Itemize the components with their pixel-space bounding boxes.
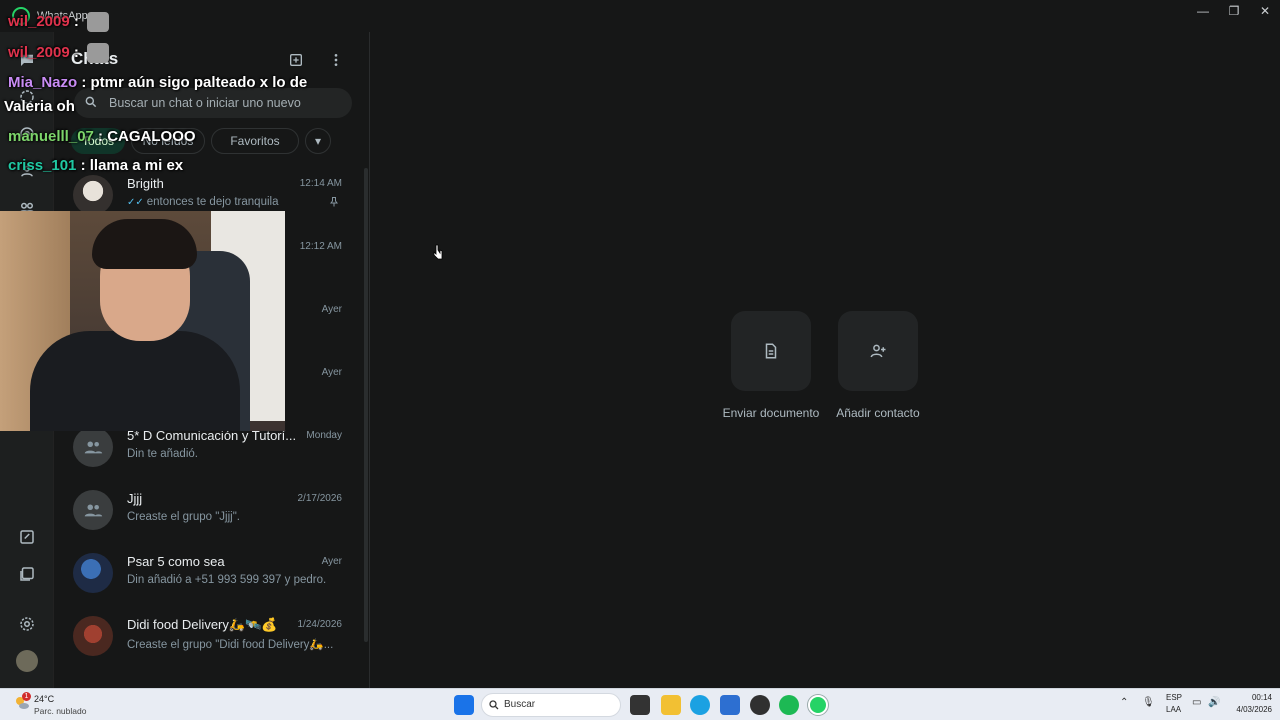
group-avatar-icon (73, 427, 113, 467)
webcam-person-body (30, 331, 240, 431)
network-icon[interactable]: ▭ (1192, 697, 1201, 708)
temperature: 24°C (34, 694, 55, 704)
panel-title: Chats (71, 49, 119, 68)
chat-time: Ayer (321, 304, 342, 315)
spotify-icon[interactable] (779, 695, 799, 715)
media-icon[interactable] (16, 563, 38, 585)
chat-time: Monday (306, 430, 342, 441)
keyboard-layout[interactable]: LAA (1166, 705, 1181, 714)
add-contact-label: Añadir contacto (836, 406, 920, 420)
search-placeholder: Buscar un chat o iniciar uno nuevo (109, 96, 301, 110)
windows-taskbar: 1 24°C Parc. nublado Buscar ⌃ 🎙 ESP LAA … (0, 688, 1280, 720)
chat-time: 2/17/2026 (297, 493, 343, 504)
communities-icon[interactable] (16, 160, 38, 182)
chat-time: 12:14 AM (299, 178, 342, 189)
title-bar: WhatsApp — ❐ ✕ (0, 0, 1280, 32)
settings-icon[interactable] (16, 613, 38, 635)
clock-time[interactable]: 00:14 (1240, 693, 1272, 702)
filter-more-chevron-icon[interactable]: ▾ (305, 128, 331, 154)
document-icon (765, 343, 777, 359)
status-icon[interactable] (16, 86, 38, 108)
chat-preview: Din te añadió. (127, 448, 198, 460)
windows-start-icon[interactable] (454, 695, 474, 715)
webcam-overlay (0, 211, 285, 431)
file-explorer-icon[interactable] (661, 695, 681, 715)
filter-favorites[interactable]: Favoritos (211, 128, 299, 154)
channels-icon[interactable] (16, 123, 38, 145)
app-title: WhatsApp (37, 10, 88, 22)
chat-row-didi[interactable]: Didi food Delivery🛵🛰️💰 1/24/2026 Creaste… (54, 608, 360, 671)
store-icon[interactable] (720, 695, 740, 715)
search-icon (489, 700, 499, 710)
taskbar-search-label: Buscar (504, 699, 536, 710)
profile-avatar[interactable] (16, 650, 38, 672)
chat-preview: Creaste el grupo "Didi food Delivery🛵... (127, 639, 334, 651)
search-icon (84, 95, 100, 111)
edge-icon[interactable] (690, 695, 710, 715)
chat-preview: Creaste el grupo "Jjjj". (127, 511, 240, 523)
search-input[interactable]: Buscar un chat o iniciar uno nuevo (74, 88, 352, 118)
obs-icon[interactable] (750, 695, 770, 715)
maximize-button[interactable]: ❐ (1217, 0, 1251, 22)
filter-unread[interactable]: No leídos (131, 128, 205, 154)
chat-preview: ✓✓ entonces te dejo tranquila (127, 196, 342, 208)
tray-chevron-icon[interactable]: ⌃ (1120, 697, 1128, 708)
starred-messages-icon[interactable] (16, 526, 38, 548)
add-contact-button[interactable] (838, 311, 918, 391)
chat-name: Didi food Delivery🛵🛰️💰 (127, 617, 278, 632)
whatsapp-icon[interactable] (808, 695, 828, 715)
send-document-label: Enviar documento (722, 406, 820, 420)
mouse-cursor-icon (433, 244, 443, 260)
close-button[interactable]: ✕ (1248, 0, 1280, 22)
menu-icon[interactable] (326, 50, 346, 70)
task-view-icon[interactable] (630, 695, 650, 715)
chat-list-scrollbar[interactable] (364, 168, 368, 642)
add-contact-icon (870, 344, 886, 358)
microphone-icon[interactable]: 🎙 (1142, 697, 1155, 708)
minimize-button[interactable]: — (1186, 0, 1220, 22)
chat-time: 12:12 AM (299, 241, 342, 252)
chat-name: Jjjj (127, 491, 143, 506)
group-avatar-icon (73, 490, 113, 530)
weather-condition: Parc. nublado (34, 706, 87, 716)
read-ticks-icon: ✓✓ (127, 197, 144, 208)
chat-time: 1/24/2026 (297, 619, 343, 630)
avatar (73, 175, 113, 215)
clock-date[interactable]: 4/03/2026 (1227, 705, 1272, 714)
chats-icon[interactable] (16, 49, 38, 71)
notification-badge: 1 (22, 692, 31, 701)
volume-icon[interactable]: 🔊 (1208, 697, 1220, 708)
whatsapp-logo-icon (12, 7, 30, 25)
avatar (73, 616, 113, 656)
chat-name: Brigith (127, 176, 164, 191)
avatar (73, 553, 113, 593)
taskbar-search[interactable]: Buscar (481, 693, 621, 717)
new-chat-icon[interactable] (286, 50, 306, 70)
chat-row-jjjj[interactable]: Jjjj 2/17/2026 Creaste el grupo "Jjjj". (54, 482, 360, 545)
keyboard-language[interactable]: ESP (1166, 693, 1182, 702)
chat-row-psar[interactable]: Psar 5 como sea Ayer Din añadió a +51 99… (54, 545, 360, 608)
chat-time: Ayer (321, 367, 342, 378)
pin-icon (328, 195, 340, 207)
preview-text: entonces te dejo tranquila (146, 196, 279, 208)
filter-all[interactable]: Todos (71, 128, 125, 154)
chat-preview: Din añadió a +51 993 599 397 y pedro. (127, 574, 327, 586)
webcam-person-hair (92, 219, 197, 269)
chat-name: Psar 5 como sea (127, 554, 225, 569)
chat-time: Ayer (321, 556, 342, 567)
main-panel: Enviar documento Añadir contacto (371, 32, 1280, 688)
send-document-button[interactable] (731, 311, 811, 391)
